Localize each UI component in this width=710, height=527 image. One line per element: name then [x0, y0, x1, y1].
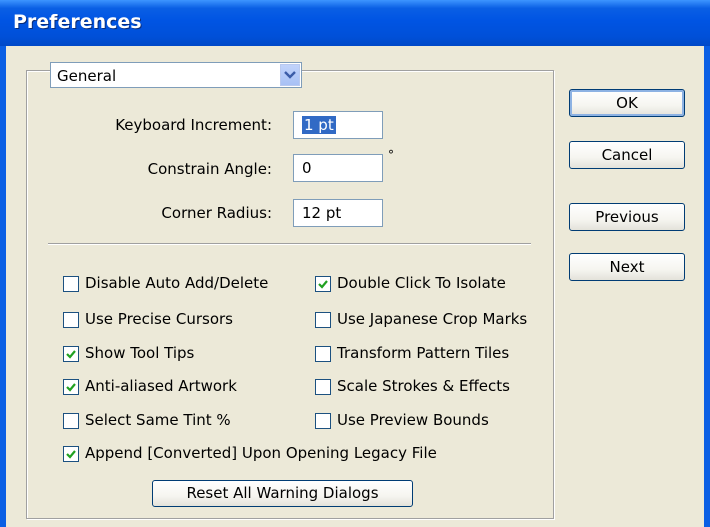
- next-button[interactable]: Next: [569, 253, 685, 281]
- checkbox-box[interactable]: [315, 312, 331, 328]
- checkbox-box[interactable]: [63, 413, 79, 429]
- checkmark-icon: [66, 350, 76, 359]
- title-bar[interactable]: Preferences: [0, 0, 710, 46]
- checkmark-icon: [318, 280, 328, 289]
- ok-button[interactable]: OK: [569, 89, 685, 117]
- checkbox-box[interactable]: [63, 276, 79, 292]
- corner-radius-input[interactable]: 12 pt: [293, 199, 383, 227]
- checkbox-label: Transform Pattern Tiles: [337, 344, 510, 362]
- window-title: Preferences: [13, 11, 142, 33]
- checkmark-icon: [66, 450, 76, 459]
- previous-button[interactable]: Previous: [569, 203, 685, 231]
- corner-radius-label: Corner Radius:: [161, 204, 272, 222]
- keyboard-increment-label: Keyboard Increment:: [115, 116, 272, 134]
- window-frame-right: [704, 46, 710, 527]
- checkbox-label: Scale Strokes & Effects: [337, 377, 510, 395]
- checkmark-icon: [66, 383, 76, 392]
- checkbox-label: Anti-aliased Artwork: [85, 377, 237, 395]
- checkbox-box[interactable]: [315, 276, 331, 292]
- checkbox-label: Use Precise Cursors: [85, 310, 233, 328]
- reset-warning-dialogs-button[interactable]: Reset All Warning Dialogs: [152, 480, 413, 507]
- constrain-angle-label: Constrain Angle:: [147, 160, 272, 178]
- checkbox-label: Select Same Tint %: [85, 411, 231, 429]
- cancel-button[interactable]: Cancel: [569, 141, 685, 169]
- checkbox-label: Disable Auto Add/Delete: [85, 274, 269, 292]
- checkbox-box[interactable]: [63, 346, 79, 362]
- dropdown-button[interactable]: [280, 64, 300, 86]
- keyboard-increment-input[interactable]: 1 pt: [293, 111, 383, 139]
- checkbox-label: Use Japanese Crop Marks: [337, 310, 528, 328]
- checkbox-box[interactable]: [315, 413, 331, 429]
- checkbox-box[interactable]: [315, 379, 331, 395]
- chevron-down-icon: [284, 71, 296, 79]
- checkbox-label: Double Click To Isolate: [337, 274, 506, 292]
- checkbox-label: Use Preview Bounds: [337, 411, 489, 429]
- degree-symbol: °: [388, 148, 394, 162]
- category-select[interactable]: General: [50, 62, 302, 88]
- checkbox-box[interactable]: [63, 379, 79, 395]
- checkbox-label: Show Tool Tips: [85, 344, 195, 362]
- checkbox-label: Append [Converted] Upon Opening Legacy F…: [85, 444, 437, 462]
- category-select-value: General: [57, 67, 117, 85]
- divider: [48, 243, 531, 245]
- checkbox-box[interactable]: [63, 312, 79, 328]
- constrain-angle-input[interactable]: 0: [293, 154, 383, 182]
- checkbox-box[interactable]: [63, 446, 79, 462]
- checkbox-box[interactable]: [315, 346, 331, 362]
